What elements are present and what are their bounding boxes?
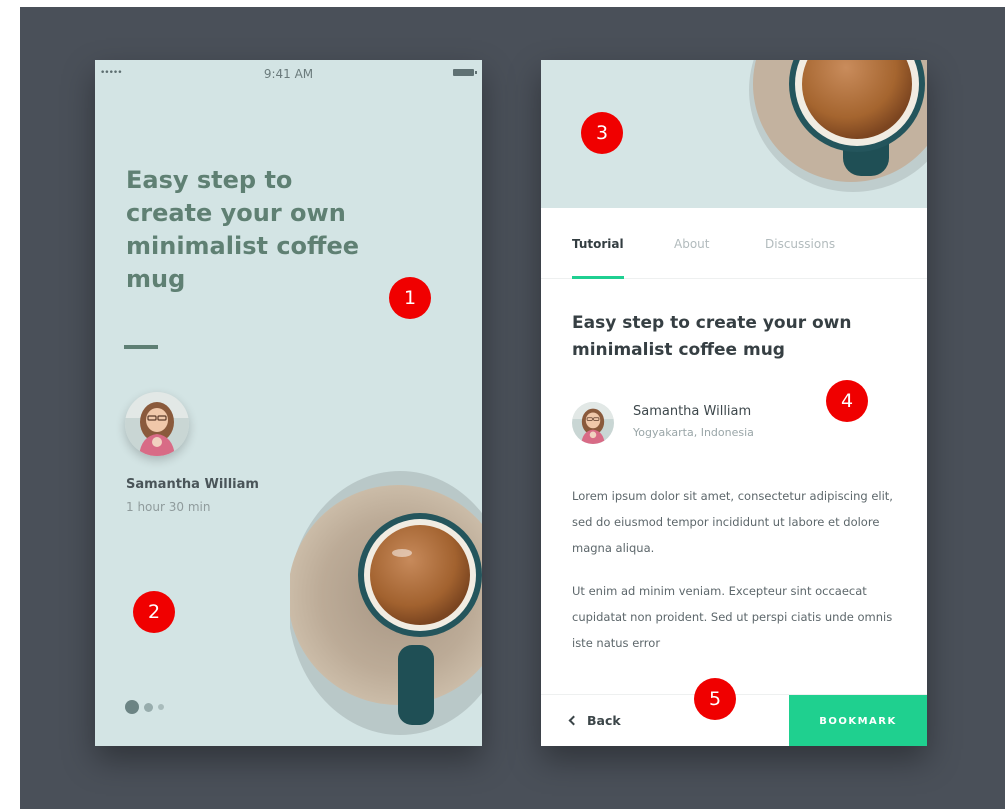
battery-icon: [453, 69, 477, 76]
coffee-cup-image: [288, 455, 482, 746]
annotation-marker-3: 3: [581, 112, 623, 154]
author-location: Yogyakarta, Indonesia: [633, 426, 754, 439]
article-title: Easy step to create your own minimalist …: [572, 313, 852, 360]
canvas: ••••• 9:41 AM Easy step to create your o…: [0, 0, 1005, 809]
tab-about[interactable]: About: [674, 237, 709, 251]
page-dot[interactable]: [144, 702, 153, 712]
chevron-left-icon: [568, 715, 579, 726]
active-tab-indicator: [572, 276, 624, 279]
back-label: Back: [587, 713, 621, 728]
onboarding-screen: ••••• 9:41 AM Easy step to create your o…: [95, 60, 482, 746]
page-dot[interactable]: [158, 704, 164, 710]
status-time: 9:41 AM: [263, 67, 314, 81]
read-duration: 1 hour 30 min: [126, 500, 211, 514]
article-screen: Tutorial About Discussions Easy step to …: [541, 60, 927, 746]
annotation-marker-5: 5: [694, 678, 736, 720]
status-bar: ••••• 9:41 AM: [95, 60, 482, 86]
back-button[interactable]: Back: [568, 713, 621, 728]
avatar[interactable]: [572, 402, 614, 444]
tab-tutorial[interactable]: Tutorial: [572, 237, 624, 251]
tab-bar: Tutorial About Discussions: [541, 208, 927, 279]
author-name: Samantha William: [126, 477, 259, 492]
bookmark-button[interactable]: BOOKMARK: [789, 695, 927, 746]
tab-discussions[interactable]: Discussions: [765, 237, 835, 251]
title-divider: [124, 345, 158, 349]
body-paragraph: Ut enim ad minim veniam. Excepteur sint …: [572, 584, 893, 650]
page-indicator[interactable]: [125, 700, 164, 714]
body-paragraph: Lorem ipsum dolor sit amet, consectetur …: [572, 489, 893, 555]
author-name: Samantha William: [633, 404, 752, 419]
annotation-marker-2: 2: [133, 591, 175, 633]
hero-title: Easy step to create your own minimalist …: [126, 166, 360, 293]
avatar[interactable]: [125, 392, 189, 456]
annotation-marker-1: 1: [389, 277, 431, 319]
annotation-marker-4: 4: [826, 380, 868, 422]
page-dot-active[interactable]: [125, 700, 139, 714]
